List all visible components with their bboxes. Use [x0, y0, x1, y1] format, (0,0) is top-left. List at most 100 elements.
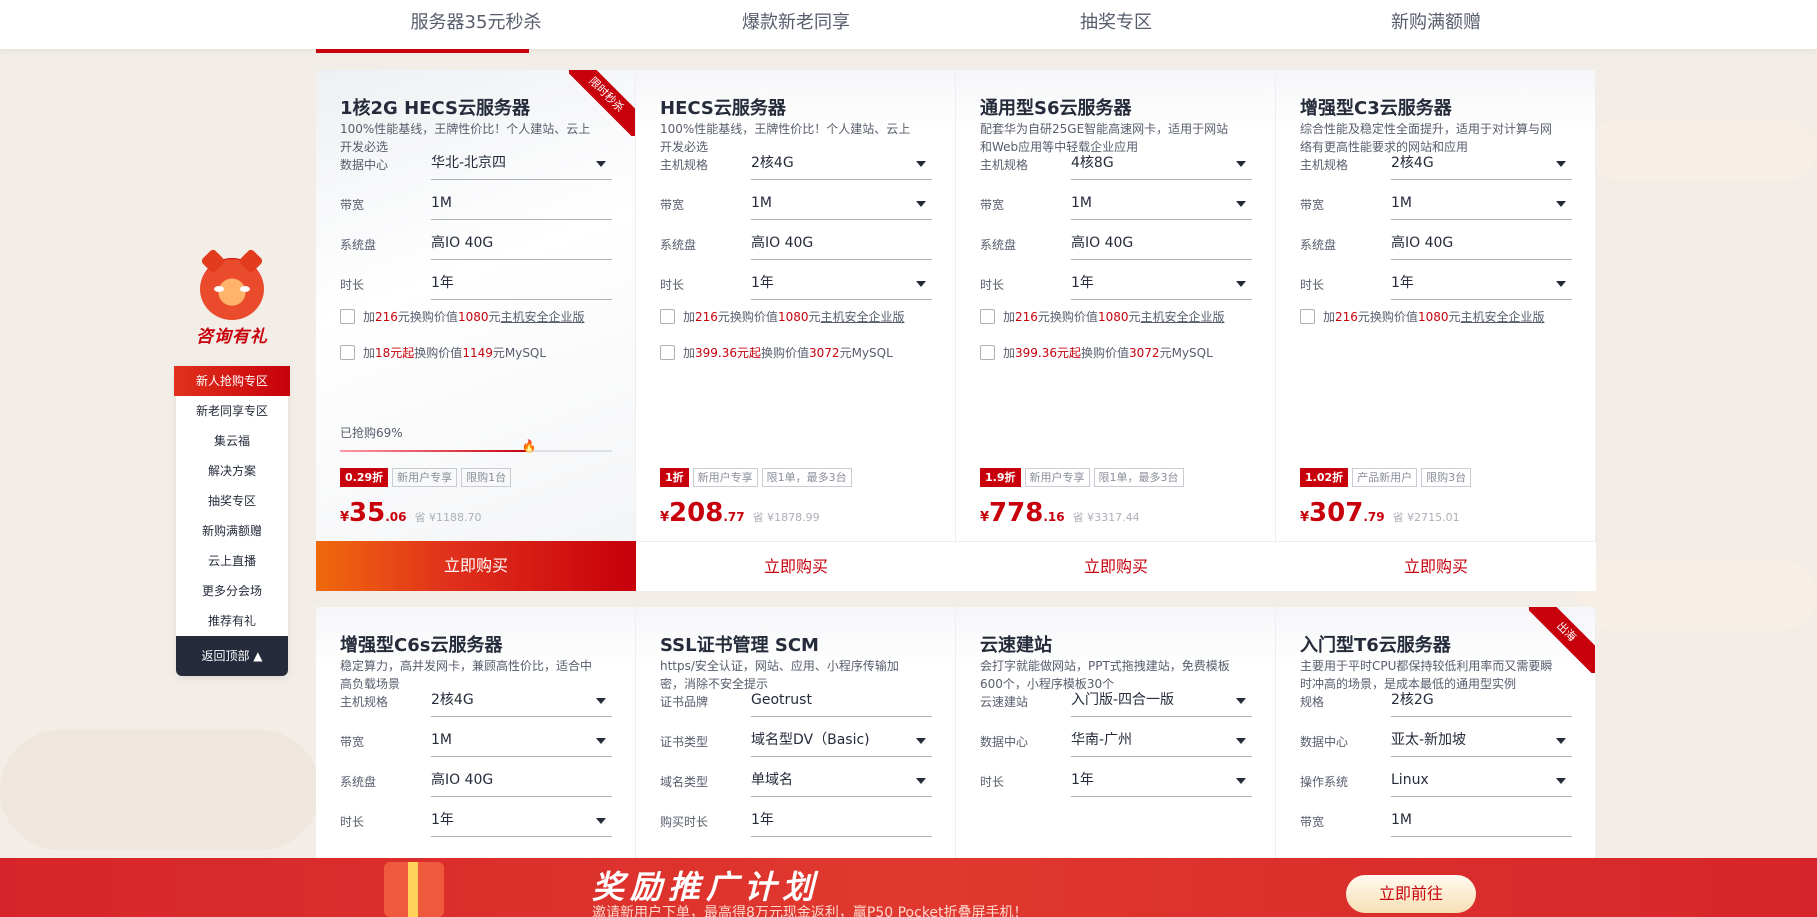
chevron-down-icon: [1236, 698, 1246, 704]
side-item-referral[interactable]: 推荐有礼: [176, 606, 288, 636]
buy-now-button[interactable]: 立即购买: [316, 541, 636, 591]
config-select[interactable]: 华南-广州: [1071, 727, 1252, 757]
config-select[interactable]: 1M: [431, 727, 612, 757]
field-label: 数据中心: [1300, 735, 1349, 749]
addon-amount: 18元起: [375, 346, 415, 360]
config-field: 带宽 1M: [1300, 190, 1572, 220]
side-item-newcomer[interactable]: 新人抢购专区: [174, 366, 290, 396]
tab-server-flash-sale[interactable]: 服务器35元秒杀: [316, 0, 636, 53]
checkbox[interactable]: [660, 309, 675, 324]
chevron-down-icon: [1236, 738, 1246, 744]
config-select[interactable]: 1M: [751, 190, 932, 220]
side-item-cloud-fortune[interactable]: 集云福: [176, 426, 288, 456]
config-select[interactable]: 1年: [1071, 767, 1252, 797]
side-item-more-venues[interactable]: 更多分会场: [176, 576, 288, 606]
checkbox[interactable]: [1300, 309, 1315, 324]
config-field: 证书类型 域名型DV（Basic): [660, 727, 932, 757]
addon-link[interactable]: 主机安全企业版: [501, 310, 585, 324]
config-select[interactable]: 1年: [751, 270, 932, 300]
field-value: 华南-广州: [1071, 732, 1133, 748]
buy-now-button[interactable]: 立即购买: [956, 541, 1276, 591]
side-item-purchase-gift[interactable]: 新购满额赠: [176, 516, 288, 546]
product-title: 增强型C6s云服务器: [340, 635, 503, 656]
price-decimal: .77: [723, 510, 745, 524]
field-value: 1M: [751, 195, 772, 211]
field-value: 1M: [1391, 812, 1412, 828]
checkbox[interactable]: [980, 309, 995, 324]
buy-now-button[interactable]: 立即购买: [1276, 541, 1596, 591]
config-select[interactable]: 1M: [1391, 190, 1572, 220]
background-decoration: [1577, 560, 1817, 630]
config-select[interactable]: 域名型DV（Basic): [751, 727, 932, 757]
side-item-lottery[interactable]: 抽奖专区: [176, 486, 288, 516]
addon-value: 1080: [777, 310, 809, 324]
config-select[interactable]: 1年: [1391, 270, 1572, 300]
config-field: 系统盘 高IO 40G: [660, 230, 932, 260]
addon-link[interactable]: 主机安全企业版: [821, 310, 905, 324]
field-value: 2核4G: [751, 155, 794, 171]
side-item-solutions[interactable]: 解决方案: [176, 456, 288, 486]
checkbox[interactable]: [980, 345, 995, 360]
config-select[interactable]: 亚太-新加坡: [1391, 727, 1572, 757]
config-select[interactable]: 2核4G: [751, 150, 932, 180]
field-label: 数据中心: [980, 735, 1029, 749]
tab-purchase-gift[interactable]: 新购满额赠: [1276, 0, 1596, 49]
config-select[interactable]: 1年: [431, 807, 612, 837]
addon-amount: 216: [695, 310, 718, 324]
buy-now-button[interactable]: 立即购买: [636, 541, 956, 591]
field-value: 2核4G: [1391, 155, 1434, 171]
field-label: 系统盘: [340, 775, 377, 789]
config-select[interactable]: 4核8G: [1071, 150, 1252, 180]
config-select[interactable]: 1年: [1071, 270, 1252, 300]
checkbox[interactable]: [660, 345, 675, 360]
back-to-top-button[interactable]: 返回顶部 ▲: [176, 636, 288, 676]
chevron-down-icon: [1236, 201, 1246, 207]
field-value: 1年: [751, 275, 774, 291]
side-item-shared[interactable]: 新老同享专区: [176, 396, 288, 426]
config-value: 高IO 40G: [1391, 230, 1572, 260]
config-field: 时长 1年: [340, 807, 612, 837]
config-select[interactable]: 华北-北京四: [431, 150, 612, 180]
field-label: 主机规格: [1300, 158, 1349, 172]
addon-option[interactable]: 加18元起换购价值1149元MySQL: [340, 344, 620, 362]
config-select[interactable]: 2核4G: [431, 687, 612, 717]
config-select[interactable]: Linux: [1391, 767, 1572, 797]
addon-link[interactable]: 主机安全企业版: [1141, 310, 1225, 324]
referral-banner[interactable]: 奖励推广计划 邀请新用户下单，最高得8万元现金返利，赢P50 Pocket折叠屏…: [0, 858, 1817, 917]
field-value: 域名型DV（Basic): [751, 732, 870, 748]
addon-link[interactable]: 主机安全企业版: [1461, 310, 1545, 324]
config-select[interactable]: 2核4G: [1391, 150, 1572, 180]
consult-mascot[interactable]: 咨询有礼: [176, 254, 288, 348]
checkbox[interactable]: [340, 345, 355, 360]
config-select[interactable]: 1M: [1071, 190, 1252, 220]
addon-post: 元: [1448, 310, 1461, 324]
product-card: 通用型S6云服务器 配套华为自研25GE智能高速网卡，适用于网站和Web应用等中轻…: [956, 70, 1276, 591]
addon-option[interactable]: 加216元换购价值1080元主机安全企业版: [1300, 308, 1580, 326]
config-value: 1年: [751, 807, 932, 837]
chevron-down-icon: [916, 778, 926, 784]
price-decimal: .16: [1043, 510, 1065, 524]
tab-hot-items[interactable]: 爆款新老同享: [636, 0, 956, 49]
banner-go-button[interactable]: 立即前往: [1346, 875, 1476, 913]
currency-symbol: ¥: [340, 510, 350, 525]
checkbox[interactable]: [340, 309, 355, 324]
config-value: 1年: [431, 270, 612, 300]
side-nav: 咨询有礼 新人抢购专区 新老同享专区 集云福 解决方案 抽奖专区 新购满额赠 云…: [174, 254, 290, 676]
addon-option[interactable]: 加399.36元起换购价值3072元MySQL: [980, 344, 1260, 362]
addon-option[interactable]: 加216元换购价值1080元主机安全企业版: [340, 308, 620, 326]
config-select[interactable]: 入门版-四合一版: [1071, 687, 1252, 717]
tab-lottery[interactable]: 抽奖专区: [956, 0, 1276, 49]
addon-mid: 元换购价值: [1037, 310, 1098, 324]
addon-option[interactable]: 加399.36元起换购价值3072元MySQL: [660, 344, 940, 362]
addon-option[interactable]: 加216元换购价值1080元主机安全企业版: [980, 308, 1260, 326]
side-item-live[interactable]: 云上直播: [176, 546, 288, 576]
config-field: 规格 2核2G: [1300, 687, 1572, 717]
promo-tag: 限购1台: [461, 468, 512, 487]
chevron-down-icon: [1236, 281, 1246, 287]
addon-prefix: 加: [1003, 346, 1016, 360]
field-value: 2核2G: [1391, 692, 1434, 708]
sold-progress-label: 已抢购69%: [340, 426, 403, 440]
addon-option[interactable]: 加216元换购价值1080元主机安全企业版: [660, 308, 940, 326]
field-value: 1M: [1071, 195, 1092, 211]
config-select[interactable]: 单域名: [751, 767, 932, 797]
